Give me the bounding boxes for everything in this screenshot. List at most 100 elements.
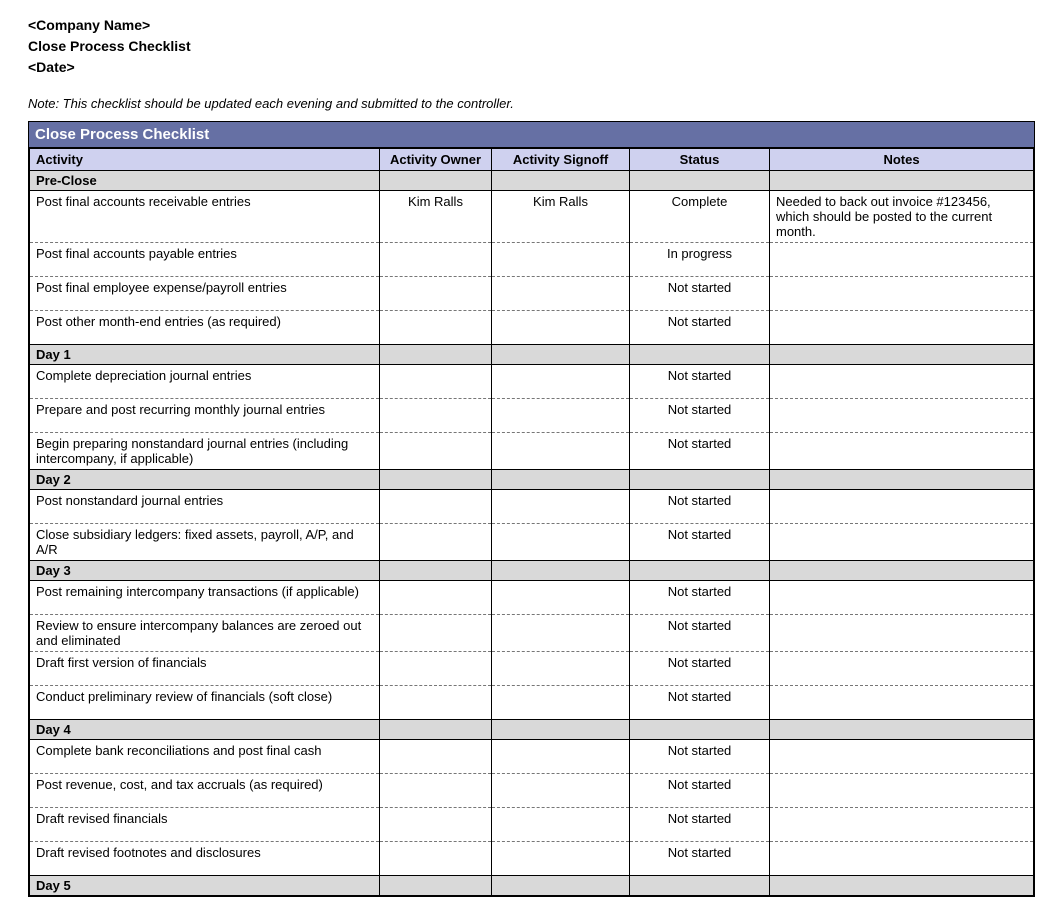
- company-name: <Company Name>: [28, 15, 1035, 36]
- activity-cell: Close subsidiary ledgers: fixed assets, …: [30, 524, 380, 561]
- signoff-cell: [492, 433, 630, 470]
- section-empty: [492, 470, 630, 490]
- section-empty: [630, 561, 770, 581]
- doc-header: <Company Name> Close Process Checklist <…: [28, 15, 1035, 78]
- section-empty: [630, 720, 770, 740]
- notes-cell: [770, 433, 1034, 470]
- signoff-cell: [492, 243, 630, 277]
- section-row: Day 2: [30, 470, 1034, 490]
- notes-cell: [770, 277, 1034, 311]
- status-cell: Not started: [630, 842, 770, 876]
- table-row: Review to ensure intercompany balances a…: [30, 615, 1034, 652]
- owner-cell: [380, 365, 492, 399]
- status-cell: Not started: [630, 311, 770, 345]
- section-empty: [630, 345, 770, 365]
- signoff-cell: [492, 490, 630, 524]
- section-label: Day 1: [30, 345, 380, 365]
- status-cell: Not started: [630, 277, 770, 311]
- section-label: Day 2: [30, 470, 380, 490]
- section-empty: [492, 171, 630, 191]
- owner-cell: [380, 808, 492, 842]
- owner-cell: [380, 652, 492, 686]
- notes-cell: [770, 399, 1034, 433]
- status-cell: Not started: [630, 365, 770, 399]
- section-row: Day 3: [30, 561, 1034, 581]
- owner-cell: Kim Ralls: [380, 191, 492, 243]
- notes-cell: [770, 842, 1034, 876]
- section-empty: [380, 561, 492, 581]
- signoff-cell: [492, 524, 630, 561]
- activity-cell: Draft first version of financials: [30, 652, 380, 686]
- checklist-table: Activity Activity Owner Activity Signoff…: [29, 148, 1034, 896]
- notes-cell: [770, 774, 1034, 808]
- status-cell: Not started: [630, 686, 770, 720]
- section-row: Day 4: [30, 720, 1034, 740]
- section-empty: [380, 470, 492, 490]
- note-text: Note: This checklist should be updated e…: [28, 96, 1035, 111]
- status-cell: Not started: [630, 740, 770, 774]
- section-empty: [770, 345, 1034, 365]
- status-cell: Not started: [630, 581, 770, 615]
- table-row: Complete depreciation journal entriesNot…: [30, 365, 1034, 399]
- activity-cell: Review to ensure intercompany balances a…: [30, 615, 380, 652]
- section-empty: [380, 171, 492, 191]
- activity-cell: Begin preparing nonstandard journal entr…: [30, 433, 380, 470]
- signoff-cell: [492, 842, 630, 876]
- table-row: Draft revised financialsNot started: [30, 808, 1034, 842]
- section-empty: [770, 561, 1034, 581]
- notes-cell: [770, 652, 1034, 686]
- table-row: Post final employee expense/payroll entr…: [30, 277, 1034, 311]
- table-row: Prepare and post recurring monthly journ…: [30, 399, 1034, 433]
- notes-cell: Needed to back out invoice #123456, whic…: [770, 191, 1034, 243]
- section-label: Day 3: [30, 561, 380, 581]
- signoff-cell: [492, 311, 630, 345]
- signoff-cell: [492, 365, 630, 399]
- col-owner: Activity Owner: [380, 149, 492, 171]
- col-signoff: Activity Signoff: [492, 149, 630, 171]
- section-empty: [380, 720, 492, 740]
- activity-cell: Post remaining intercompany transactions…: [30, 581, 380, 615]
- table-row: Begin preparing nonstandard journal entr…: [30, 433, 1034, 470]
- section-row: Pre-Close: [30, 171, 1034, 191]
- section-empty: [492, 561, 630, 581]
- notes-cell: [770, 808, 1034, 842]
- signoff-cell: [492, 277, 630, 311]
- col-status: Status: [630, 149, 770, 171]
- activity-cell: Post other month-end entries (as require…: [30, 311, 380, 345]
- activity-cell: Post final accounts payable entries: [30, 243, 380, 277]
- table-row: Close subsidiary ledgers: fixed assets, …: [30, 524, 1034, 561]
- section-label: Pre-Close: [30, 171, 380, 191]
- section-row: Day 5: [30, 876, 1034, 896]
- table-row: Post final accounts receivable entriesKi…: [30, 191, 1034, 243]
- owner-cell: [380, 581, 492, 615]
- doc-title: Close Process Checklist: [28, 36, 1035, 57]
- section-empty: [770, 720, 1034, 740]
- section-empty: [492, 720, 630, 740]
- owner-cell: [380, 433, 492, 470]
- notes-cell: [770, 740, 1034, 774]
- notes-cell: [770, 581, 1034, 615]
- section-empty: [380, 345, 492, 365]
- notes-cell: [770, 524, 1034, 561]
- signoff-cell: [492, 399, 630, 433]
- owner-cell: [380, 842, 492, 876]
- header-row: Activity Activity Owner Activity Signoff…: [30, 149, 1034, 171]
- activity-cell: Post nonstandard journal entries: [30, 490, 380, 524]
- activity-cell: Complete bank reconciliations and post f…: [30, 740, 380, 774]
- activity-cell: Post final employee expense/payroll entr…: [30, 277, 380, 311]
- activity-cell: Draft revised financials: [30, 808, 380, 842]
- table-row: Draft first version of financialsNot sta…: [30, 652, 1034, 686]
- table-row: Conduct preliminary review of financials…: [30, 686, 1034, 720]
- owner-cell: [380, 399, 492, 433]
- notes-cell: [770, 311, 1034, 345]
- owner-cell: [380, 311, 492, 345]
- status-cell: Complete: [630, 191, 770, 243]
- doc-date: <Date>: [28, 57, 1035, 78]
- activity-cell: Draft revised footnotes and disclosures: [30, 842, 380, 876]
- status-cell: Not started: [630, 524, 770, 561]
- status-cell: In progress: [630, 243, 770, 277]
- status-cell: Not started: [630, 433, 770, 470]
- status-cell: Not started: [630, 399, 770, 433]
- section-label: Day 4: [30, 720, 380, 740]
- table-row: Post revenue, cost, and tax accruals (as…: [30, 774, 1034, 808]
